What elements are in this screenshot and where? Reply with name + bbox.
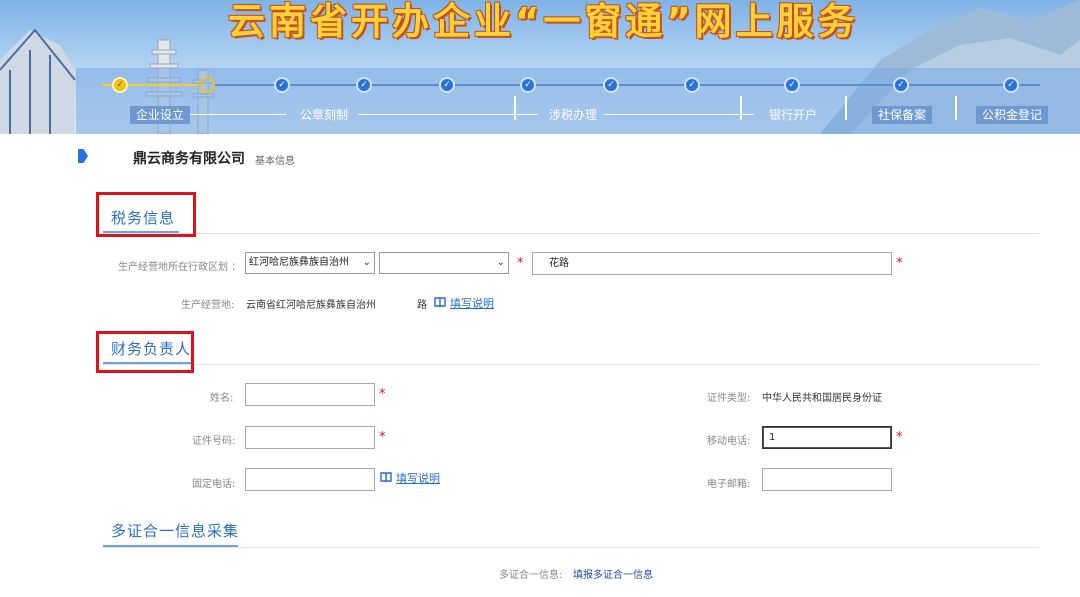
book-icon	[434, 297, 446, 308]
required-marker: *	[379, 430, 386, 445]
step-check-icon: ✓	[893, 77, 909, 93]
finance-section-highlight	[96, 331, 194, 373]
multi-cert-label: 多证合一信息:	[499, 570, 563, 581]
mobile-input[interactable]: 1	[762, 426, 892, 449]
step-label-seal[interactable]: 公章刻制	[294, 106, 354, 124]
step-divider	[740, 96, 742, 120]
step-check-icon: ✓	[603, 77, 619, 93]
address-label: 生产经营地:	[181, 300, 235, 311]
step-rule	[358, 114, 538, 115]
step-label-company-setup[interactable]: 企业设立	[130, 106, 191, 124]
step-label-bank[interactable]: 银行开户	[763, 106, 823, 124]
step-rule	[186, 114, 286, 115]
step-pending-icon: ·	[199, 77, 215, 93]
steps-band	[76, 68, 1080, 134]
address-help-link[interactable]: 填写说明	[450, 295, 494, 311]
name-label: 姓名:	[210, 393, 234, 404]
company-subtitle: 基本信息	[255, 156, 295, 167]
street-input[interactable]: 花路	[532, 252, 892, 275]
company-marker-icon	[78, 149, 88, 163]
step-check-icon: ✓	[439, 77, 455, 93]
address-suffix: 路	[417, 300, 427, 311]
required-marker: *	[379, 387, 386, 402]
phone-help-link[interactable]: 填写说明	[396, 470, 440, 486]
mobile-label: 移动电话:	[707, 436, 751, 447]
finance-section-rule	[103, 364, 1039, 365]
banner-title: 云南省开办企业“一窗通”网上服务	[228, 0, 859, 43]
id-number-input[interactable]	[245, 426, 375, 449]
address-value: 云南省红河哈尼族彝族自治州	[246, 300, 376, 311]
step-check-icon: ✓	[520, 77, 536, 93]
phone-label: 固定电话:	[192, 479, 236, 490]
multi-cert-section-title: 多证合一信息采集	[111, 522, 240, 540]
step-check-icon: ✓	[356, 77, 372, 93]
step-connector	[214, 84, 1040, 86]
phone-input[interactable]	[245, 468, 375, 491]
step-check-icon: ✓	[684, 77, 700, 93]
multi-cert-fill-link[interactable]: 填报多证合一信息	[573, 566, 653, 581]
required-marker: *	[896, 430, 903, 445]
required-marker: *	[517, 256, 524, 271]
multi-cert-section-rule	[103, 547, 1039, 548]
id-number-label: 证件号码:	[192, 436, 236, 447]
name-input[interactable]	[245, 383, 375, 406]
step-label-social-security[interactable]: 社保备案	[872, 106, 933, 124]
email-input[interactable]	[762, 468, 892, 491]
step-label-housing-fund[interactable]: 公积金登记	[976, 106, 1049, 124]
id-type-label: 证件类型:	[707, 393, 751, 404]
tax-section-highlight	[96, 192, 196, 237]
required-marker: *	[896, 256, 903, 271]
region-label: 生产经营地所在行政区划 ：	[118, 262, 242, 273]
step-divider	[514, 96, 516, 120]
tax-section-rule	[103, 233, 1039, 234]
chevron-down-icon: ⌄	[362, 257, 371, 268]
step-divider	[955, 96, 957, 120]
step-check-icon: ✓	[784, 77, 800, 93]
id-type-value: 中华人民共和国居民身份证	[762, 393, 882, 404]
region-select-prefecture[interactable]: 红河哈尼族彝族自治州 ⌄	[245, 252, 375, 274]
step-check-icon: ✓	[274, 77, 290, 93]
book-icon	[380, 472, 392, 483]
region-select-prefecture-value: 红河哈尼族彝族自治州	[249, 257, 349, 268]
step-rule	[604, 114, 754, 115]
chevron-down-icon: ⌄	[496, 257, 505, 268]
region-select-county[interactable]: ⌄	[379, 252, 509, 274]
step-current-icon: ✓	[112, 77, 128, 93]
company-name: 鼎云商务有限公司	[133, 151, 245, 167]
step-label-tax[interactable]: 涉税办理	[543, 106, 603, 124]
step-divider	[845, 96, 847, 120]
email-label: 电子邮箱:	[707, 479, 751, 490]
step-check-icon: ✓	[1003, 77, 1019, 93]
